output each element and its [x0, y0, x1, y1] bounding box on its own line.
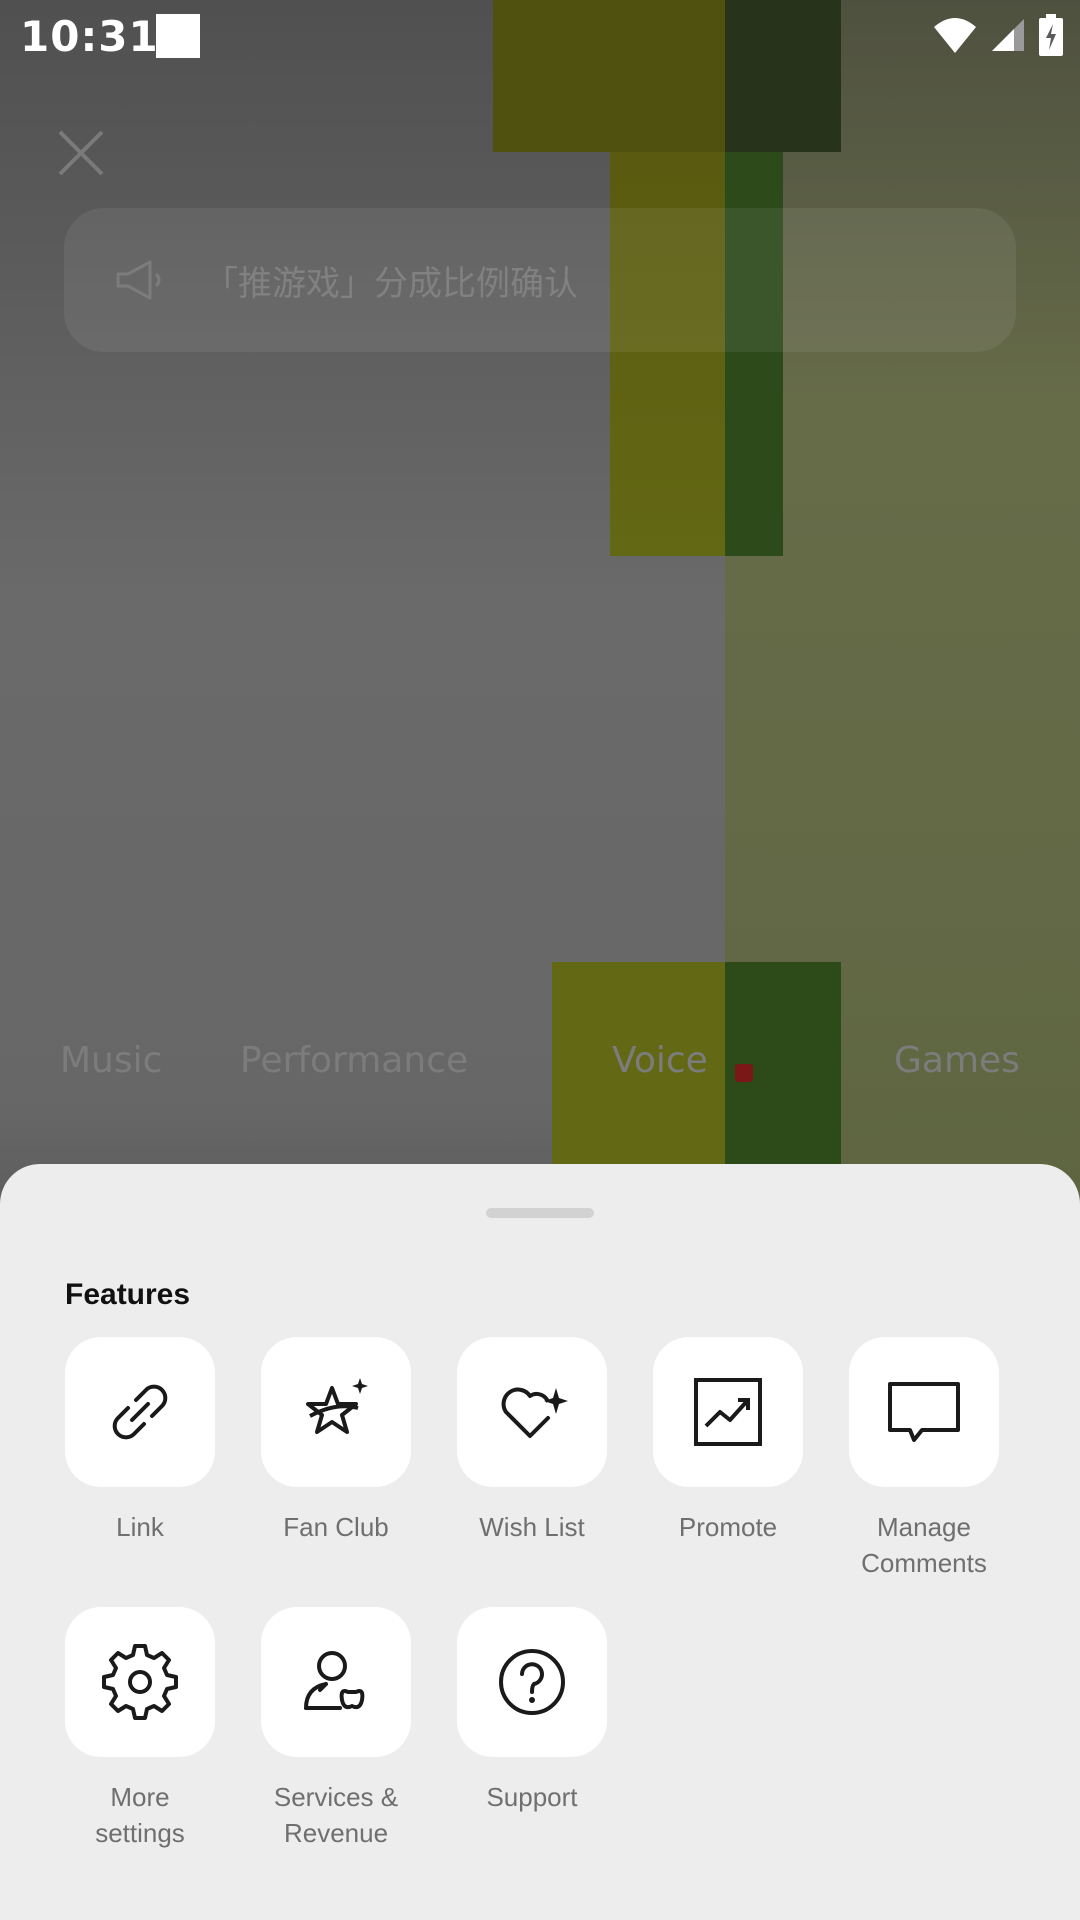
- feature-tile[interactable]: [457, 1607, 607, 1757]
- status-bar: 10:31: [0, 0, 1080, 72]
- battery-charging-icon: [1039, 14, 1063, 56]
- feature-more-settings[interactable]: More settings: [42, 1607, 238, 1851]
- link-icon: [112, 1384, 168, 1440]
- tab-music[interactable]: Music: [60, 1040, 162, 1081]
- features-bottom-sheet: Features Link Fan Club Wish List Promote…: [0, 1164, 1080, 1920]
- feature-support[interactable]: Support: [434, 1607, 630, 1815]
- feature-services-revenue[interactable]: Services & Revenue: [238, 1607, 434, 1851]
- feature-promote[interactable]: Promote: [630, 1337, 826, 1545]
- tab-games[interactable]: Games: [894, 1040, 1020, 1081]
- comment-icon: [888, 1382, 960, 1442]
- star-sparkle-icon: [306, 1378, 368, 1434]
- status-time: 10:31: [20, 12, 159, 61]
- feature-wish-list[interactable]: Wish List: [434, 1337, 630, 1545]
- feature-tile[interactable]: [261, 1337, 411, 1487]
- feature-label: Support: [486, 1782, 578, 1812]
- feature-tile[interactable]: [65, 1337, 215, 1487]
- feature-label: Promote: [678, 1512, 778, 1542]
- feature-tile[interactable]: [65, 1607, 215, 1757]
- question-icon: [499, 1649, 565, 1715]
- feature-manage-comments[interactable]: Manage Comments: [826, 1337, 1022, 1581]
- feature-label: Fan Club: [283, 1512, 389, 1542]
- announcement-text: 「推游戏」分成比例确认: [204, 263, 578, 304]
- wifi-icon: [934, 18, 976, 53]
- feature-label: More settings: [95, 1782, 185, 1848]
- feature-label: Services & Revenue: [273, 1782, 399, 1848]
- feature-label: Manage Comments: [861, 1512, 987, 1578]
- trend-chart-icon: [694, 1378, 762, 1446]
- announcement-banner[interactable]: 「推游戏」分成比例确认: [64, 208, 1016, 352]
- status-icons: [932, 14, 1064, 56]
- close-icon[interactable]: [56, 128, 106, 178]
- heart-sparkle-icon: [501, 1387, 568, 1438]
- feature-tile[interactable]: [653, 1337, 803, 1487]
- sheet-title: Features: [65, 1278, 191, 1311]
- feature-tile[interactable]: [849, 1337, 999, 1487]
- feature-link[interactable]: Link: [42, 1337, 238, 1545]
- feature-fan-club[interactable]: Fan Club: [238, 1337, 434, 1545]
- notification-dot: [735, 1064, 753, 1082]
- gear-icon: [102, 1644, 178, 1720]
- feature-label: Link: [116, 1512, 164, 1542]
- user-butterfly-icon: [304, 1651, 365, 1710]
- notification-square-icon: [156, 14, 200, 58]
- drag-handle[interactable]: [486, 1208, 594, 1218]
- megaphone-icon: [116, 260, 161, 300]
- feature-tile[interactable]: [261, 1607, 411, 1757]
- feature-tile[interactable]: [457, 1337, 607, 1487]
- feature-label: Wish List: [479, 1512, 585, 1542]
- tab-performance[interactable]: Performance: [240, 1040, 468, 1081]
- tab-voice[interactable]: Voice: [612, 1040, 708, 1081]
- category-tabs: Music Performance Voice Games: [0, 1040, 1080, 1110]
- cellular-signal-icon: [992, 19, 1024, 51]
